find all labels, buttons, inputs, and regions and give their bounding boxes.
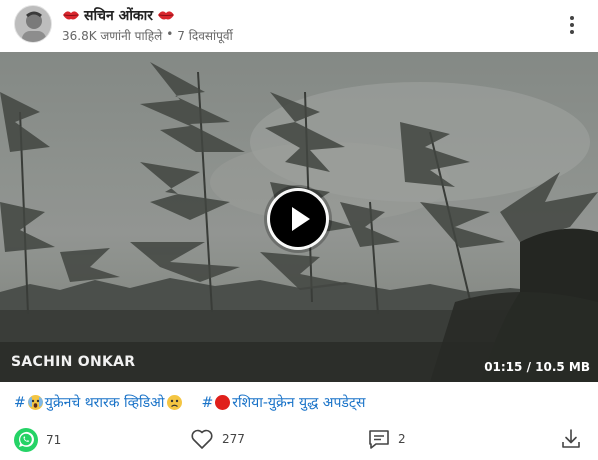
author-row: सचिन ओंकार xyxy=(62,6,175,25)
hashtag-war-updates[interactable]: # रशिया-युक्रेन युद्ध अपडेट्स xyxy=(202,393,366,412)
download-icon xyxy=(562,429,580,448)
lips-emoji-icon xyxy=(62,6,80,25)
hashtag-ukraine-videos[interactable]: # युक्रेनचे थरारक व्हिडिओ xyxy=(14,393,184,412)
play-icon xyxy=(292,207,310,231)
comment-count: 2 xyxy=(398,432,406,446)
whatsapp-share-button[interactable]: 71 xyxy=(14,428,61,452)
author-name[interactable]: सचिन ओंकार xyxy=(84,6,153,25)
action-bar: 71 277 2 xyxy=(0,428,598,458)
hashtag-list: # युक्रेनचे थरारक व्हिडिओ # रशिया-युक्रे… xyxy=(14,393,365,412)
post-meta: 36.8K जणांनी पाहिले • 7 दिवसांपूर्वी xyxy=(62,27,233,44)
comment-icon xyxy=(369,430,389,449)
video-duration-size: 01:15 / 10.5 MB xyxy=(484,360,590,374)
like-button[interactable]: 277 xyxy=(190,428,245,450)
comment-button[interactable]: 2 xyxy=(368,428,406,450)
video-watermark: SACHIN ONKAR xyxy=(11,354,136,370)
more-vertical-icon xyxy=(570,16,574,34)
download-button[interactable] xyxy=(560,428,582,450)
frowning-face-emoji-icon xyxy=(166,395,182,410)
whatsapp-icon xyxy=(14,428,38,452)
shocked-face-emoji-icon xyxy=(27,395,43,410)
play-button-inner xyxy=(270,191,326,247)
lips-emoji-icon xyxy=(157,6,175,25)
hashtag-symbol: # xyxy=(201,394,214,411)
meta-separator: • xyxy=(166,27,174,41)
author-avatar[interactable] xyxy=(14,5,52,43)
more-options-button[interactable] xyxy=(560,12,584,38)
hashtag-text: युक्रेनचे थरारक व्हिडिओ xyxy=(44,395,165,411)
heart-icon xyxy=(191,429,213,449)
post-header: सचिन ओंकार 36.8K जणांनी पाहिले • 7 दिवसा… xyxy=(0,0,598,50)
view-count: 36.8K जणांनी पाहिले xyxy=(62,29,163,43)
post-time: 7 दिवसांपूर्वी xyxy=(177,29,233,43)
hashtag-text: रशिया-युक्रेन युद्ध अपडेट्स xyxy=(232,395,366,411)
whatsapp-share-count: 71 xyxy=(46,433,62,447)
hashtag-symbol: # xyxy=(14,394,26,411)
play-button[interactable] xyxy=(267,188,329,250)
red-circle-emoji-icon xyxy=(215,395,231,410)
like-count: 277 xyxy=(222,432,245,446)
video-player[interactable]: SACHIN ONKAR 01:15 / 10.5 MB xyxy=(0,52,598,382)
